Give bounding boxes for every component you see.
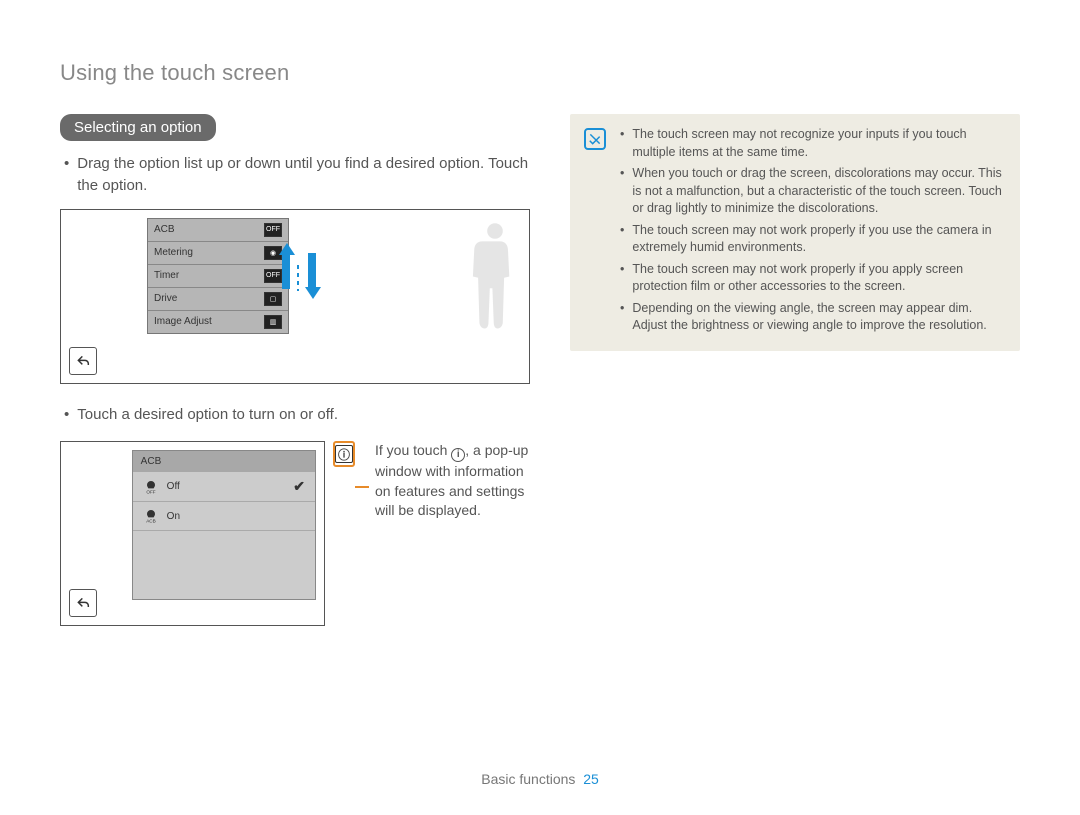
note-item: When you touch or drag the screen, disco… [632,165,1002,218]
acb-panel-header: ACB [133,451,315,472]
options-panel[interactable]: ACBOFF Metering◉ TimerOFF Drive▢ Image A… [147,218,289,334]
option-row-timer[interactable]: TimerOFF [148,265,288,288]
info-caption: If you touch i, a pop-up window with inf… [375,441,530,521]
svg-text:OFF: OFF [146,489,155,494]
acb-off-row[interactable]: OFF Off ✔ [133,472,315,502]
info-button[interactable]: ⓘ [333,441,355,467]
back-button[interactable] [69,347,97,375]
acb-on-icon: ACB [143,508,159,524]
back-arrow-icon [75,595,91,611]
footer-label: Basic functions [481,771,575,787]
image-adjust-icon: ▥ [264,315,282,329]
back-arrow-icon [75,353,91,369]
acb-off-icon: OFF [264,223,282,237]
option-row-drive[interactable]: Drive▢ [148,288,288,311]
note-item: The touch screen may not recognize your … [632,126,1002,161]
callout-connector [355,486,369,488]
left-column: Selecting an option Drag the option list… [60,114,530,646]
instruction-1: Drag the option list up or down until yo… [77,153,530,197]
note-item: The touch screen may not work properly i… [632,261,1002,296]
scroll-arrows-icon [279,243,319,313]
info-icon: ⓘ [335,445,353,463]
instruction-list-2: Touch a desired option to turn on or off… [60,404,530,426]
note-box: The touch screen may not recognize your … [570,114,1020,351]
acb-on-row[interactable]: ACB On [133,502,315,531]
acb-off-icon: OFF [143,479,159,495]
figure-option-toggle: ACB OFF Off ✔ ACB On [60,441,325,626]
page-title: Using the touch screen [60,60,1020,86]
note-badge-icon [584,128,606,150]
person-silhouette-icon [465,218,525,348]
instruction-2: Touch a desired option to turn on or off… [77,404,338,426]
figure-option-list: ACBOFF Metering◉ TimerOFF Drive▢ Image A… [60,209,530,384]
option-row-acb[interactable]: ACBOFF [148,219,288,242]
page-number: 25 [583,771,599,787]
note-item: Depending on the viewing angle, the scre… [632,300,1002,335]
option-row-image-adjust[interactable]: Image Adjust▥ [148,311,288,333]
page-footer: Basic functions 25 [0,771,1080,787]
instruction-list-1: Drag the option list up or down until yo… [60,153,530,197]
section-heading-pill: Selecting an option [60,114,216,141]
acb-panel[interactable]: ACB OFF Off ✔ ACB On [132,450,316,600]
back-button[interactable] [69,589,97,617]
note-item: The touch screen may not work properly i… [632,222,1002,257]
option-row-metering[interactable]: Metering◉ [148,242,288,265]
svg-text:ACB: ACB [146,519,156,524]
right-column: The touch screen may not recognize your … [570,114,1020,646]
check-icon: ✔ [293,478,305,495]
info-inline-icon: i [451,448,465,462]
note-list: The touch screen may not recognize your … [620,126,1002,335]
